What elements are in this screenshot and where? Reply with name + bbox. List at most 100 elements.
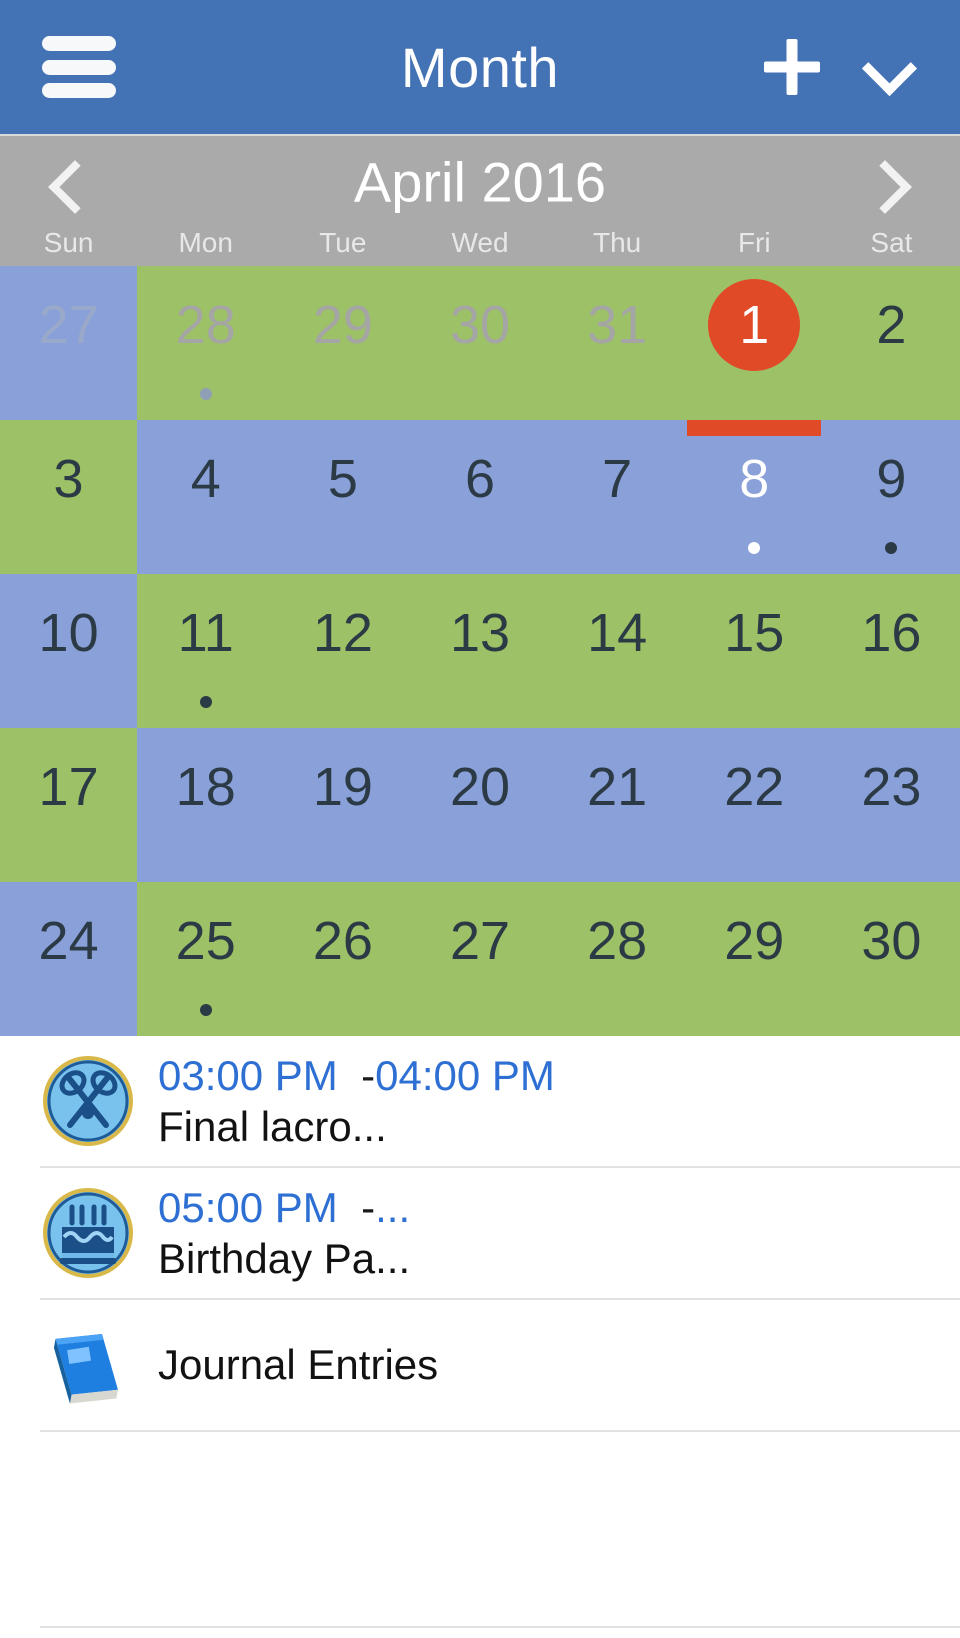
event-title: Final lacro... (158, 1103, 387, 1150)
empty-list-row (40, 1432, 960, 1628)
lacrosse-icon (40, 1053, 136, 1149)
event-body: 05:00 PM -... Birthday Pa... (158, 1182, 940, 1284)
calendar-day-cell[interactable]: 13 (411, 574, 549, 728)
weekday-sun: Sun (43, 227, 94, 258)
calendar-day-cell[interactable]: 22 (685, 728, 823, 882)
calendar-day-cell[interactable]: 27 (0, 266, 138, 420)
calendar-day-cell[interactable]: 21 (548, 728, 686, 882)
birthday-cake-icon (40, 1185, 136, 1281)
event-start-time: 05:00 PM (158, 1183, 338, 1231)
journal-entries-label: Journal Entries (158, 1341, 439, 1389)
calendar-day-cell[interactable]: 14 (548, 574, 686, 728)
calendar-day-cell[interactable]: 18 (137, 728, 275, 882)
journal-body: Journal Entries (158, 1339, 940, 1390)
today-marker-bar (687, 420, 822, 436)
weekday-fri: Fri (737, 227, 771, 258)
event-time-dash: - (361, 1183, 376, 1231)
calendar-day-cell[interactable]: 1 (685, 266, 823, 420)
day-number: 6 (464, 449, 496, 509)
day-number: 29 (724, 911, 785, 971)
month-nav-top: April 2016 (0, 136, 960, 228)
weekday-thu: Thu (593, 227, 642, 258)
calendar-day-cell[interactable]: 12 (274, 574, 412, 728)
calendar-day-cell[interactable]: 31 (548, 266, 686, 420)
calendar-day-cell[interactable]: 23 (822, 728, 960, 882)
chevron-down-icon[interactable] (864, 45, 908, 89)
calendar-day-cell[interactable]: 10 (0, 574, 138, 728)
day-number: 11 (177, 603, 234, 663)
day-number: 20 (449, 757, 511, 817)
calendar-week-row: 3 4 5 6 7 8 9 (0, 420, 960, 574)
event-body: 03:00 PM -04:00 PM Final lacro... (158, 1050, 940, 1152)
calendar-day-cell[interactable]: 24 (0, 882, 138, 1036)
day-number: 1 (739, 295, 770, 355)
calendar-day-cell[interactable]: 29 (274, 266, 412, 420)
calendar-day-cell[interactable]: 28 (548, 882, 686, 1036)
event-time: 03:00 PM -04:00 PM (158, 1050, 940, 1101)
calendar-day-cell[interactable]: 16 (822, 574, 960, 728)
calendar-week-row: 24 25 26 27 28 29 30 (0, 882, 960, 1036)
day-number: 8 (739, 449, 770, 509)
plus-icon[interactable] (764, 39, 820, 95)
calendar-day-cell[interactable]: 7 (548, 420, 686, 574)
day-number: 25 (175, 911, 236, 971)
event-list: 03:00 PM -04:00 PM Final lacro... 05:00 … (0, 1036, 960, 1638)
event-end-time: 04:00 PM (375, 1051, 555, 1099)
month-nav-bar: April 2016 Sun Mon Tue Wed Thu Fri Sat (0, 136, 960, 266)
calendar-day-cell[interactable]: 25 (137, 882, 275, 1036)
weekday-mon: Mon (178, 227, 233, 258)
day-number: 16 (861, 603, 922, 663)
chevron-right-icon[interactable] (858, 154, 922, 218)
day-number: 7 (602, 449, 633, 509)
calendar-day-cell[interactable]: 6 (411, 420, 549, 574)
day-number: 9 (876, 449, 907, 509)
calendar-day-cell[interactable]: 30 (411, 266, 549, 420)
calendar-day-cell[interactable]: 19 (274, 728, 412, 882)
calendar-day-cell[interactable]: 8 (685, 420, 823, 574)
calendar-day-cell[interactable]: 26 (274, 882, 412, 1036)
calendar-day-cell[interactable]: 28 (137, 266, 275, 420)
day-number: 19 (312, 757, 373, 817)
calendar-day-cell[interactable]: 3 (0, 420, 138, 574)
selected-day-bubble: 1 (708, 279, 801, 371)
day-number: 26 (312, 911, 373, 971)
calendar-day-cell[interactable]: 9 (822, 420, 960, 574)
calendar-day-cell[interactable]: 17 (0, 728, 138, 882)
calendar-day-cell[interactable]: 15 (685, 574, 823, 728)
calendar-day-cell[interactable]: 5 (274, 420, 412, 574)
calendar-day-cell[interactable]: 2 (822, 266, 960, 420)
month-year-label: April 2016 (353, 150, 607, 214)
calendar-day-cell[interactable]: 20 (411, 728, 549, 882)
calendar-day-cell[interactable]: 27 (411, 882, 549, 1036)
journal-entries-row[interactable]: Journal Entries (40, 1300, 960, 1432)
weekday-wed: Wed (451, 227, 509, 258)
calendar-week-row: 27 28 29 30 31 1 2 (0, 266, 960, 420)
list-item[interactable]: 05:00 PM -... Birthday Pa... (40, 1168, 960, 1300)
calendar-app-screen: Month April 2016 Sun Mon Tue Wed Thu Fri… (0, 0, 960, 1638)
event-end-time: ... (375, 1183, 411, 1231)
calendar-day-cell[interactable]: 30 (822, 882, 960, 1036)
day-number: 14 (587, 603, 648, 663)
hamburger-icon[interactable] (42, 36, 116, 98)
event-indicator-dot (199, 388, 212, 400)
calendar-day-cell[interactable]: 4 (137, 420, 275, 574)
day-number: 17 (38, 757, 99, 817)
day-number: 13 (449, 603, 511, 663)
day-number: 30 (449, 295, 511, 355)
day-number: 21 (587, 757, 648, 817)
calendar-day-cell[interactable]: 29 (685, 882, 823, 1036)
calendar-grid: 27 28 29 30 31 1 2 3 4 5 6 7 8 9 10 11 12 13 14 15 16 17 18 19 2… (0, 266, 960, 1036)
day-number: 30 (861, 911, 922, 971)
event-start-time: 03:00 PM (158, 1051, 338, 1099)
hamburger-bar-1 (42, 36, 116, 51)
list-item[interactable]: 03:00 PM -04:00 PM Final lacro... (40, 1036, 960, 1168)
day-number: 3 (53, 449, 84, 509)
app-bar: Month (0, 0, 960, 136)
calendar-day-cell[interactable]: 11 (137, 574, 275, 728)
day-number: 15 (724, 603, 785, 663)
event-indicator-dot (885, 542, 898, 554)
day-number: 18 (175, 757, 236, 817)
event-indicator-dot (199, 696, 212, 708)
day-number: 31 (587, 295, 648, 355)
event-title: Birthday Pa... (158, 1235, 411, 1282)
